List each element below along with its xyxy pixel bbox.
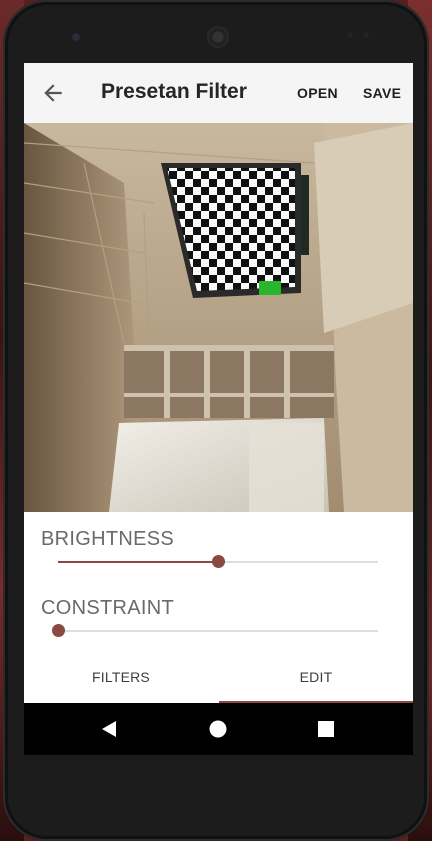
bookshelf: [124, 348, 334, 418]
system-nav-bar: [24, 703, 413, 755]
tab-bar: FILTERS EDIT: [24, 652, 413, 703]
cabinet: [314, 123, 413, 333]
nav-home-icon[interactable]: [209, 720, 227, 738]
open-button[interactable]: OPEN: [297, 85, 338, 101]
proximity-sensor: [347, 32, 353, 38]
brightness-fill: [58, 561, 218, 563]
front-camera: [71, 32, 81, 42]
brightness-label: BRIGHTNESS: [41, 528, 175, 550]
save-button[interactable]: SAVE: [363, 85, 401, 101]
brightness-thumb[interactable]: [212, 555, 225, 568]
phone-frame: Presetan Filter OPEN SAVE BRIGHTNESS CON…: [3, 0, 429, 841]
window-glare: [249, 423, 324, 512]
tab-edit[interactable]: EDIT: [219, 652, 413, 703]
nav-recents-icon[interactable]: [318, 721, 334, 737]
app-bar: Presetan Filter OPEN SAVE: [24, 63, 413, 123]
screen: Presetan Filter OPEN SAVE BRIGHTNESS CON…: [24, 63, 413, 755]
adjustment-panel: BRIGHTNESS CONSTRAINT: [24, 512, 413, 652]
photo-preview: [24, 123, 413, 512]
earpiece-speaker: [207, 26, 229, 48]
nav-back-icon[interactable]: [100, 720, 118, 738]
brightness-slider[interactable]: [58, 555, 378, 568]
constraint-slider[interactable]: [52, 624, 378, 637]
page-title: Presetan Filter: [101, 80, 247, 103]
tab-filters[interactable]: FILTERS: [24, 652, 218, 703]
constraint-thumb[interactable]: [52, 624, 65, 637]
constraint-label: CONSTRAINT: [41, 597, 174, 619]
arrow-back-icon[interactable]: [40, 80, 66, 106]
light-sensor: [363, 32, 369, 38]
